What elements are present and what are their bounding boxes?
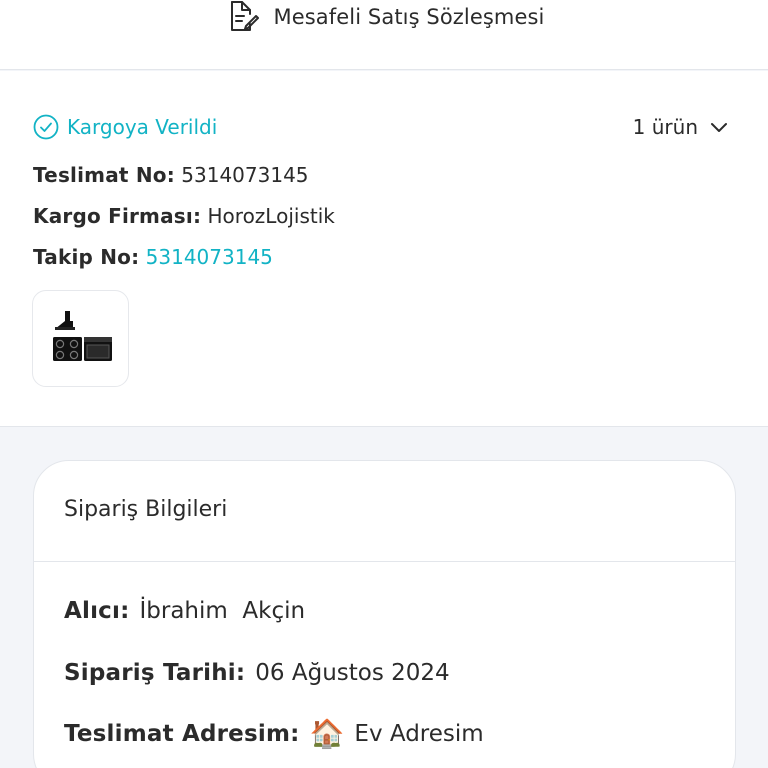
house-icon: 🏠 xyxy=(309,717,345,750)
delivery-no-key: Teslimat No: xyxy=(33,163,175,187)
contract-label: Mesafeli Satış Sözleşmesi xyxy=(273,5,545,29)
delivery-no-line: Teslimat No: 5314073145 xyxy=(33,163,309,187)
recipient-key: Alıcı: xyxy=(64,598,130,624)
distance-sales-contract-link[interactable]: Mesafeli Satış Sözleşmesi xyxy=(224,0,545,34)
order-info-title: Sipariş Bilgileri xyxy=(64,497,228,522)
shipment-section: Kargoya Verildi 1 ürün Teslimat No: 5314… xyxy=(0,71,768,427)
status-label: Kargoya Verildi xyxy=(67,115,218,139)
carrier-key: Kargo Firması: xyxy=(33,204,202,228)
delivery-address-key: Teslimat Adresim: xyxy=(64,721,300,747)
order-info-header: Sipariş Bilgileri xyxy=(34,461,735,562)
tracking-line: Takip No: 5314073145 xyxy=(33,245,273,269)
delivery-address-line: Teslimat Adresim: 🏠 Ev Adresim xyxy=(64,720,484,748)
document-edit-icon xyxy=(230,1,259,31)
order-date-key: Sipariş Tarihi: xyxy=(64,660,246,686)
tracking-key: Takip No: xyxy=(33,245,140,269)
chevron-down-icon xyxy=(711,123,727,132)
carrier-line: Kargo Firması: HorozLojistik xyxy=(33,204,335,228)
tracking-number-link[interactable]: 5314073145 xyxy=(146,245,273,269)
item-count-toggle[interactable]: 1 ürün xyxy=(633,115,728,139)
carrier-value: HorozLojistik xyxy=(207,204,335,228)
recipient-value: İbrahim Akçin xyxy=(139,598,306,624)
delivery-address-value: Ev Adresim xyxy=(354,721,484,747)
shipment-status: Kargoya Verildi xyxy=(33,114,217,140)
shipment-status-row: Kargoya Verildi 1 ürün xyxy=(33,114,728,140)
check-circle-icon xyxy=(33,114,59,140)
product-thumbnail[interactable] xyxy=(32,290,129,387)
order-date-line: Sipariş Tarihi: 06 Ağustos 2024 xyxy=(64,660,450,686)
order-date-value: 06 Ağustos 2024 xyxy=(255,660,450,686)
top-bar: Mesafeli Satış Sözleşmesi xyxy=(0,0,768,70)
delivery-no-value: 5314073145 xyxy=(181,163,309,187)
built-in-appliance-set-image xyxy=(52,310,112,361)
order-info-card: Sipariş Bilgileri Alıcı: İbrahim Akçin S… xyxy=(33,460,736,768)
recipient-line: Alıcı: İbrahim Akçin xyxy=(64,598,305,624)
item-count-label: 1 ürün xyxy=(632,115,698,139)
